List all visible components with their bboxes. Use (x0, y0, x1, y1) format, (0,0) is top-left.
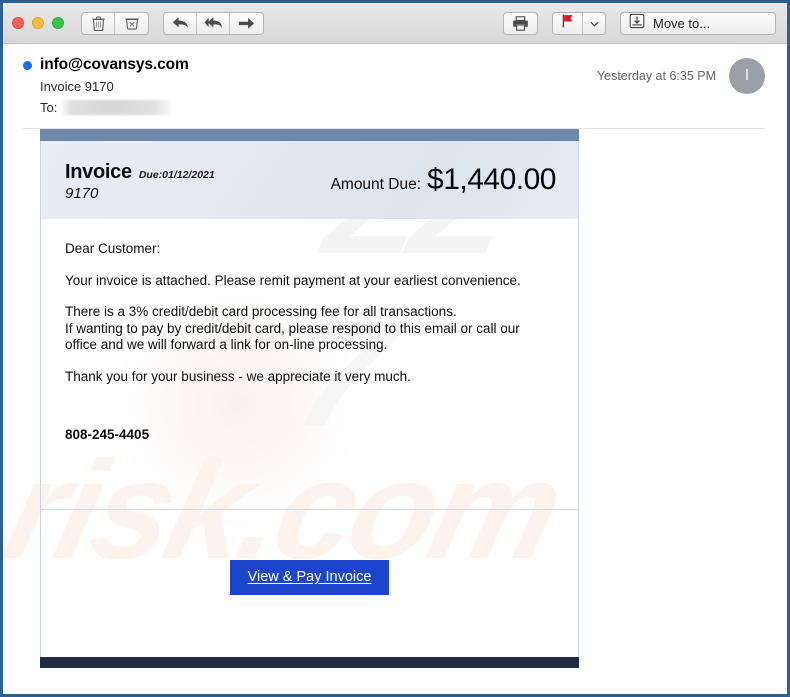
flag-icon (561, 14, 574, 33)
move-to-button[interactable]: Move to... (620, 11, 776, 35)
close-window-button[interactable] (12, 17, 24, 29)
invoice-due-date: Due:01/12/2021 (138, 168, 215, 181)
window-toolbar: Move to... (3, 3, 787, 44)
delete-junk-button-group (81, 11, 149, 35)
message-header-right: Yesterday at 6:35 PM I (597, 56, 787, 94)
invoice-phone-number: 808-245-4405 (65, 427, 150, 442)
invoice-paragraph-1: Your invoice is attached. Please remit p… (65, 272, 521, 288)
recipient-redacted-value (63, 100, 172, 115)
invoice-header: Invoice Due:01/12/2021 9170 Amount Due: … (40, 141, 579, 219)
sender-avatar: I (729, 58, 765, 94)
flag-button[interactable] (553, 12, 583, 34)
invoice-paragraph-2: There is a 3% credit/debit card processi… (65, 304, 554, 354)
zoom-window-button[interactable] (52, 17, 64, 29)
invoice-title-row: Invoice Due:01/12/2021 (65, 161, 215, 184)
flag-menu-button[interactable] (583, 13, 605, 34)
move-to-folder-icon (629, 13, 645, 34)
trash-icon (91, 15, 105, 31)
message-header-row: info@covansys.com Invoice 9170 To: Yeste… (3, 56, 787, 115)
amount-due-label: Amount Due: (330, 176, 422, 193)
window-traffic-lights (12, 17, 64, 29)
view-and-pay-invoice-label: View & Pay Invoice (247, 569, 372, 585)
invoice-header-left: Invoice Due:01/12/2021 9170 (65, 159, 215, 202)
delete-button[interactable] (82, 12, 115, 34)
reply-all-arrow-icon (204, 16, 223, 30)
message-header: info@covansys.com Invoice 9170 To: Yeste… (3, 44, 787, 129)
minimize-window-button[interactable] (32, 17, 44, 29)
forward-arrow-icon (238, 17, 255, 30)
view-and-pay-invoice-button[interactable]: View & Pay Invoice (229, 560, 390, 595)
invoice-paragraph-2-line-2: If wanting to pay by credit/debit card, … (65, 320, 520, 336)
invoice-header-right: Amount Due: $1,440.00 (215, 163, 557, 196)
invoice-number: 9170 (65, 184, 99, 202)
amount-due-value: $1,440.00 (427, 163, 556, 196)
message-header-left: info@covansys.com Invoice 9170 To: (3, 56, 597, 115)
recipient-line: To: (40, 100, 597, 115)
invoice-card: Invoice Due:01/12/2021 9170 Amount Due: … (40, 129, 579, 668)
print-button-group (503, 11, 538, 35)
reply-arrow-icon (172, 16, 189, 30)
forward-button[interactable] (230, 13, 263, 34)
invoice-body: Dear Customer: Your invoice is attached.… (40, 219, 579, 509)
invoice-footer-bar (40, 657, 579, 668)
flag-button-group (552, 11, 606, 35)
mail-message-window: Move to... info@covansys.com Invoice 917… (0, 0, 790, 697)
message-timestamp: Yesterday at 6:35 PM (596, 69, 716, 83)
invoice-paragraph-2-line-3: office and we will forward a link for on… (65, 337, 388, 352)
chevron-down-icon (589, 14, 599, 32)
printer-icon (512, 15, 529, 31)
reply-forward-button-group (163, 11, 264, 35)
message-body: ZZ 7 risk.com Invoice Due:01/12/2021 917… (3, 129, 787, 692)
sender-address[interactable]: info@covansys.com (40, 56, 189, 74)
junk-button[interactable] (115, 13, 148, 34)
move-to-label: Move to... (653, 15, 711, 31)
invoice-paragraph-2-line-1: There is a 3% credit/debit card processi… (65, 304, 457, 319)
reply-button[interactable] (164, 12, 197, 34)
message-subject: Invoice 9170 (40, 79, 114, 94)
recipient-label: To: (40, 100, 58, 115)
sender-line: info@covansys.com (23, 56, 597, 74)
reply-all-button[interactable] (197, 12, 230, 34)
invoice-paragraph-3: Thank you for your business - we appreci… (65, 368, 411, 384)
avatar-initial: I (744, 67, 750, 84)
unread-indicator-icon[interactable] (23, 60, 32, 70)
invoice-cta-area: View & Pay Invoice (40, 510, 579, 657)
invoice-top-bar (40, 129, 579, 141)
print-button[interactable] (504, 13, 537, 34)
invoice-title: Invoice (65, 160, 132, 183)
invoice-greeting: Dear Customer: (65, 241, 161, 256)
junk-bin-icon (125, 16, 139, 30)
